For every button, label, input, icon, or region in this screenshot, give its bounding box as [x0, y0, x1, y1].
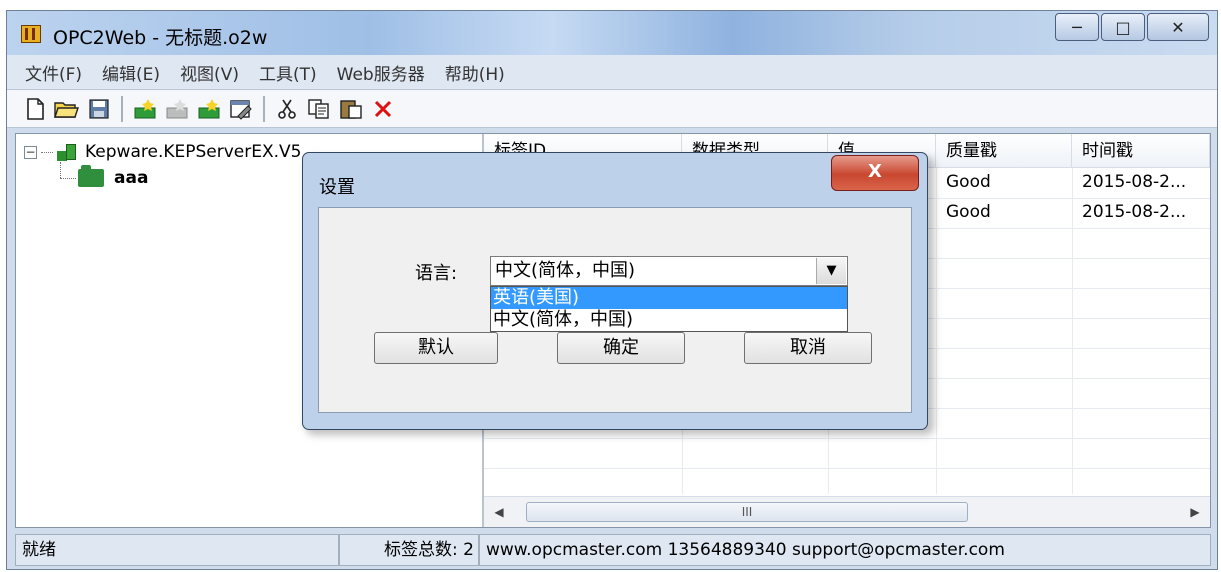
- menu-tools[interactable]: 工具(T): [249, 60, 327, 85]
- open-folder-icon[interactable]: [52, 95, 82, 123]
- new-file-icon[interactable]: [20, 95, 50, 123]
- language-select-value: 中文(简体，中国): [495, 260, 636, 281]
- scroll-thumb[interactable]: III: [526, 502, 968, 522]
- tree-node-server[interactable]: − Kepware.KEPServerEX.V5: [24, 142, 301, 162]
- window-title: OPC2Web - 无标题.o2w: [53, 27, 268, 49]
- minimize-button[interactable]: ─: [1055, 13, 1099, 41]
- default-button[interactable]: 默认: [374, 332, 498, 364]
- dialog-close-button[interactable]: X: [831, 155, 919, 191]
- tree-connector: [41, 151, 53, 153]
- horizontal-scrollbar[interactable]: ◀ III ▶: [484, 496, 1210, 527]
- menu-view[interactable]: 视图(V): [170, 60, 249, 85]
- menu-edit[interactable]: 编辑(E): [92, 60, 170, 85]
- table-cell-quality[interactable]: Good: [936, 202, 1072, 222]
- status-contact: www.opcmaster.com 13564889340 support@op…: [479, 534, 1211, 566]
- add-group-icon[interactable]: [162, 95, 192, 123]
- chevron-down-icon[interactable]: ▼: [816, 258, 846, 284]
- status-bar: 就绪 标签总数: 2 www.opcmaster.com 13564889340…: [15, 534, 1211, 566]
- language-label: 语言:: [415, 263, 458, 284]
- tree-node-group-label: aaa: [114, 168, 149, 188]
- table-cell-quality[interactable]: Good: [936, 172, 1072, 192]
- app-icon: [21, 25, 41, 43]
- status-ready: 就绪: [15, 534, 339, 566]
- cancel-button[interactable]: 取消: [744, 332, 872, 364]
- toolbar: [7, 90, 1217, 128]
- row-divider: [484, 438, 1210, 439]
- dialog-title: 设置: [319, 177, 355, 198]
- toolbar-separator: [121, 95, 123, 122]
- scroll-right-button[interactable]: ▶: [1184, 501, 1206, 523]
- table-cell-timestamp[interactable]: 2015-08-2...: [1072, 202, 1210, 222]
- maximize-button[interactable]: □: [1101, 13, 1145, 41]
- language-select[interactable]: 中文(简体，中国) ▼: [490, 256, 848, 286]
- table-cell-timestamp[interactable]: 2015-08-2...: [1072, 172, 1210, 192]
- ok-button[interactable]: 确定: [557, 332, 685, 364]
- toolbar-separator: [263, 95, 265, 122]
- menu-bar: 文件(F) 编辑(E) 视图(V) 工具(T) Web服务器 帮助(H): [7, 55, 1217, 90]
- tree-connector: [60, 177, 76, 179]
- add-server-icon[interactable]: [130, 95, 160, 123]
- paste-icon[interactable]: [336, 95, 366, 123]
- menu-file[interactable]: 文件(F): [7, 60, 92, 85]
- settings-dialog: 设置 X 语言: 中文(简体，中国) ▼ 英语(美国) 中文(简体，中国) 默认…: [302, 152, 928, 430]
- window-controls: ─ □ ✕: [1053, 13, 1209, 41]
- close-button[interactable]: ✕: [1147, 13, 1209, 41]
- menu-help[interactable]: 帮助(H): [435, 60, 515, 85]
- scroll-left-button[interactable]: ◀: [488, 501, 510, 523]
- title-bar[interactable]: OPC2Web - 无标题.o2w ─ □ ✕: [7, 11, 1217, 55]
- cut-icon[interactable]: [272, 95, 302, 123]
- dialog-body: 语言: 中文(简体，中国) ▼ 英语(美国) 中文(简体，中国) 默认 确定 取…: [318, 207, 912, 413]
- language-option-chinese[interactable]: 中文(简体，中国): [491, 309, 847, 331]
- language-dropdown-list[interactable]: 英语(美国) 中文(简体，中国): [490, 286, 848, 332]
- copy-icon[interactable]: [304, 95, 334, 123]
- server-icon: [55, 143, 77, 161]
- status-tag-count: 标签总数: 2: [339, 534, 479, 566]
- tree-node-group[interactable]: aaa: [60, 165, 149, 188]
- language-option-english[interactable]: 英语(美国): [491, 287, 847, 309]
- add-tag-icon[interactable]: [194, 95, 224, 123]
- properties-icon[interactable]: [226, 95, 256, 123]
- folder-icon: [78, 165, 104, 187]
- delete-icon[interactable]: [368, 95, 398, 123]
- collapse-toggle[interactable]: −: [24, 145, 37, 159]
- save-icon[interactable]: [84, 95, 114, 123]
- row-divider: [484, 468, 1210, 469]
- column-header-timestamp[interactable]: 时间戳: [1072, 134, 1210, 168]
- column-header-quality[interactable]: 质量戳: [936, 134, 1072, 168]
- tree-node-server-label: Kepware.KEPServerEX.V5: [85, 142, 302, 162]
- menu-web-server[interactable]: Web服务器: [327, 60, 435, 85]
